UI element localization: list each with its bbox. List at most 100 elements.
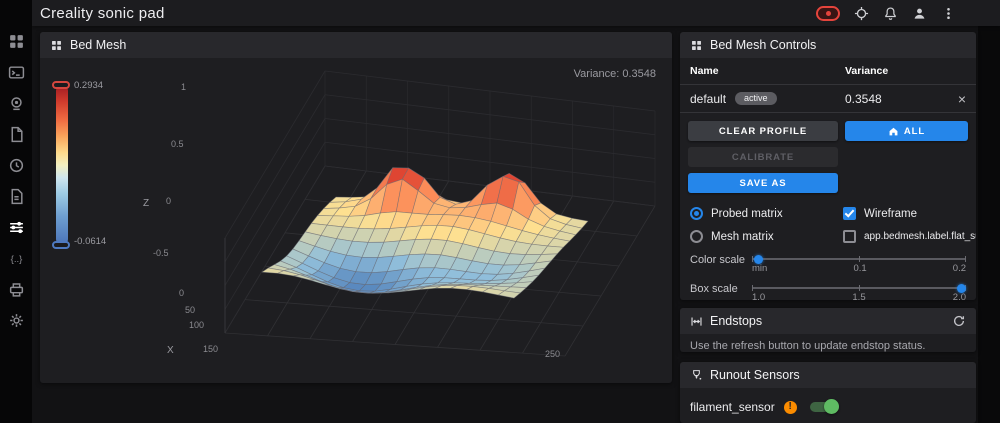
radio-selected-icon	[690, 207, 703, 220]
scale-max-marker	[52, 81, 70, 89]
sidebar-item-dashboard[interactable]	[8, 33, 25, 50]
color-scale-bar	[52, 81, 70, 249]
nozzle-sensor-icon	[690, 369, 703, 382]
toggle-knob[interactable]	[823, 399, 839, 414]
sidebar-item-console[interactable]	[8, 64, 25, 81]
emergency-stop-icon	[825, 10, 831, 16]
bed-mesh-controls-card: Bed Mesh Controls Name Variance default …	[680, 32, 976, 300]
clear-profile-button[interactable]: CLEAR PROFILE	[688, 121, 838, 141]
box-scale-ticks: 1.0 1.5 2.0	[752, 292, 966, 300]
sensor-name: filament_sensor	[690, 400, 775, 414]
x-axis-tick: 50	[185, 305, 196, 315]
bed-mesh-title: Bed Mesh	[70, 38, 127, 52]
active-badge: active	[735, 92, 777, 105]
grid-icon	[690, 39, 703, 52]
x-axis-tick: 250	[545, 349, 561, 359]
save-as-button[interactable]: SAVE AS	[688, 173, 838, 193]
scale-max-label: 0.2934	[74, 80, 104, 91]
profile-row: default active 0.3548 ×	[680, 84, 976, 113]
screen: Creality sonic pad {..} Bed Mesh 0.2934 …	[0, 0, 1000, 423]
x-axis-label: X	[167, 345, 174, 356]
radio-unselected-icon	[690, 230, 703, 243]
x-axis-tick: 100	[189, 320, 205, 330]
bed-mesh-plot[interactable]: 0.2934 -0.0614 Variance: 0.3548 1 0.5 0 …	[40, 58, 672, 383]
z-axis-tick: 0.5	[171, 139, 184, 149]
sidebar-item-configure[interactable]	[8, 188, 25, 205]
warning-icon: !	[783, 400, 797, 414]
account-icon[interactable]	[911, 5, 927, 21]
delete-profile-icon[interactable]: ×	[958, 92, 966, 106]
x-axis-tick: 0	[179, 288, 185, 298]
home-all-button[interactable]: ALL	[845, 121, 968, 141]
color-scale-ticks: min 0.1 0.2	[752, 263, 966, 274]
app-title: Creality sonic pad	[40, 4, 165, 22]
profile-name: default	[690, 91, 727, 106]
svg-text:{..}: {..}	[10, 254, 22, 265]
radio-probed-matrix[interactable]: Probed matrix	[690, 203, 843, 224]
radio-mesh-matrix[interactable]: Mesh matrix	[690, 226, 843, 247]
refresh-icon[interactable]	[952, 314, 966, 328]
endstops-title: Endstops	[710, 314, 763, 328]
sidebar-item-macros[interactable]: {..}	[8, 250, 25, 267]
sensor-toggle[interactable]	[809, 399, 839, 414]
sidebar-item-camera[interactable]	[8, 95, 25, 112]
color-scale-row: Color scale min 0.1 0.2	[680, 249, 976, 278]
app-bar: Creality sonic pad	[32, 0, 1000, 26]
z-axis-tick: -0.5	[153, 248, 169, 258]
z-axis-label: Z	[143, 198, 150, 209]
sidebar-item-history[interactable]	[8, 157, 25, 174]
profiles-table-header: Name Variance	[680, 58, 976, 84]
bed-mesh-card-header: Bed Mesh	[40, 32, 672, 58]
wireframe-label: Wireframe	[864, 207, 918, 220]
box-scale-label: Box scale	[690, 283, 738, 295]
profile-variance: 0.3548	[845, 91, 882, 106]
bed-mesh-card: Bed Mesh 0.2934 -0.0614 Variance: 0.3548…	[40, 32, 672, 383]
scale-min-label: -0.0614	[74, 236, 107, 247]
sidebar-item-settings-gear-icon[interactable]	[8, 312, 25, 329]
checkbox-checked-icon	[843, 207, 856, 220]
bed-mesh-controls-header: Bed Mesh Controls	[680, 32, 976, 58]
color-scale-slider[interactable]: min 0.1 0.2	[752, 253, 966, 277]
calibrate-button[interactable]: CALIBRATE	[688, 147, 838, 167]
overflow-menu-icon[interactable]	[940, 5, 956, 21]
runout-sensors-title: Runout Sensors	[710, 368, 800, 382]
z-axis-tick: 0	[166, 196, 172, 206]
runout-sensors-card: Runout Sensors filament_sensor !	[680, 362, 976, 423]
checkbox-unchecked-icon	[843, 230, 856, 243]
controls-buttons: CLEAR PROFILE ALL CALIBRATE SAVE AS	[680, 113, 976, 199]
variance-label: Variance: 0.3548	[573, 68, 656, 80]
home-icon	[889, 127, 898, 135]
app-bar-actions	[816, 5, 956, 21]
x-axis-tick: 150	[203, 344, 219, 354]
sidebar-item-tune[interactable]	[8, 219, 25, 236]
emergency-stop-button[interactable]	[816, 5, 840, 21]
color-scale-label: Color scale	[690, 254, 746, 266]
locate-icon[interactable]	[853, 5, 869, 21]
scale-min-marker	[52, 241, 70, 249]
right-gutter	[978, 26, 1000, 423]
box-scale-slider[interactable]: 1.0 1.5 2.0	[752, 282, 966, 300]
z-axis-tick: 1	[181, 82, 187, 92]
radio-mesh-label: Mesh matrix	[711, 230, 774, 243]
flat-surface-label: app.bedmesh.label.flat_surface	[864, 231, 976, 242]
column-variance: Variance	[845, 65, 889, 77]
bed-mesh-surface-plot[interactable]	[40, 58, 672, 383]
endstops-card: Endstops Use the refresh button to updat…	[680, 308, 976, 352]
matrix-options: Probed matrix Wireframe Mesh matrix app.…	[680, 199, 976, 249]
endstops-header: Endstops	[680, 308, 976, 334]
endstops-message: Use the refresh button to update endstop…	[690, 340, 926, 352]
sidebar: {..}	[0, 0, 32, 423]
checkbox-flat-surface[interactable]: app.bedmesh.label.flat_surface	[843, 226, 976, 247]
runout-sensors-header: Runout Sensors	[680, 362, 976, 388]
notifications-bell-icon[interactable]	[882, 5, 898, 21]
column-name: Name	[690, 65, 719, 77]
bed-mesh-controls-title: Bed Mesh Controls	[710, 38, 817, 52]
runout-sensor-row: filament_sensor !	[680, 388, 976, 414]
checkbox-wireframe[interactable]: Wireframe	[843, 203, 976, 224]
radio-probed-label: Probed matrix	[711, 207, 783, 220]
endstop-icon	[690, 315, 703, 328]
box-scale-row: Box scale 1.0 1.5 2.0	[680, 278, 976, 300]
sidebar-item-system[interactable]	[8, 281, 25, 298]
grid-icon	[50, 39, 63, 52]
sidebar-item-jobs[interactable]	[8, 126, 25, 143]
